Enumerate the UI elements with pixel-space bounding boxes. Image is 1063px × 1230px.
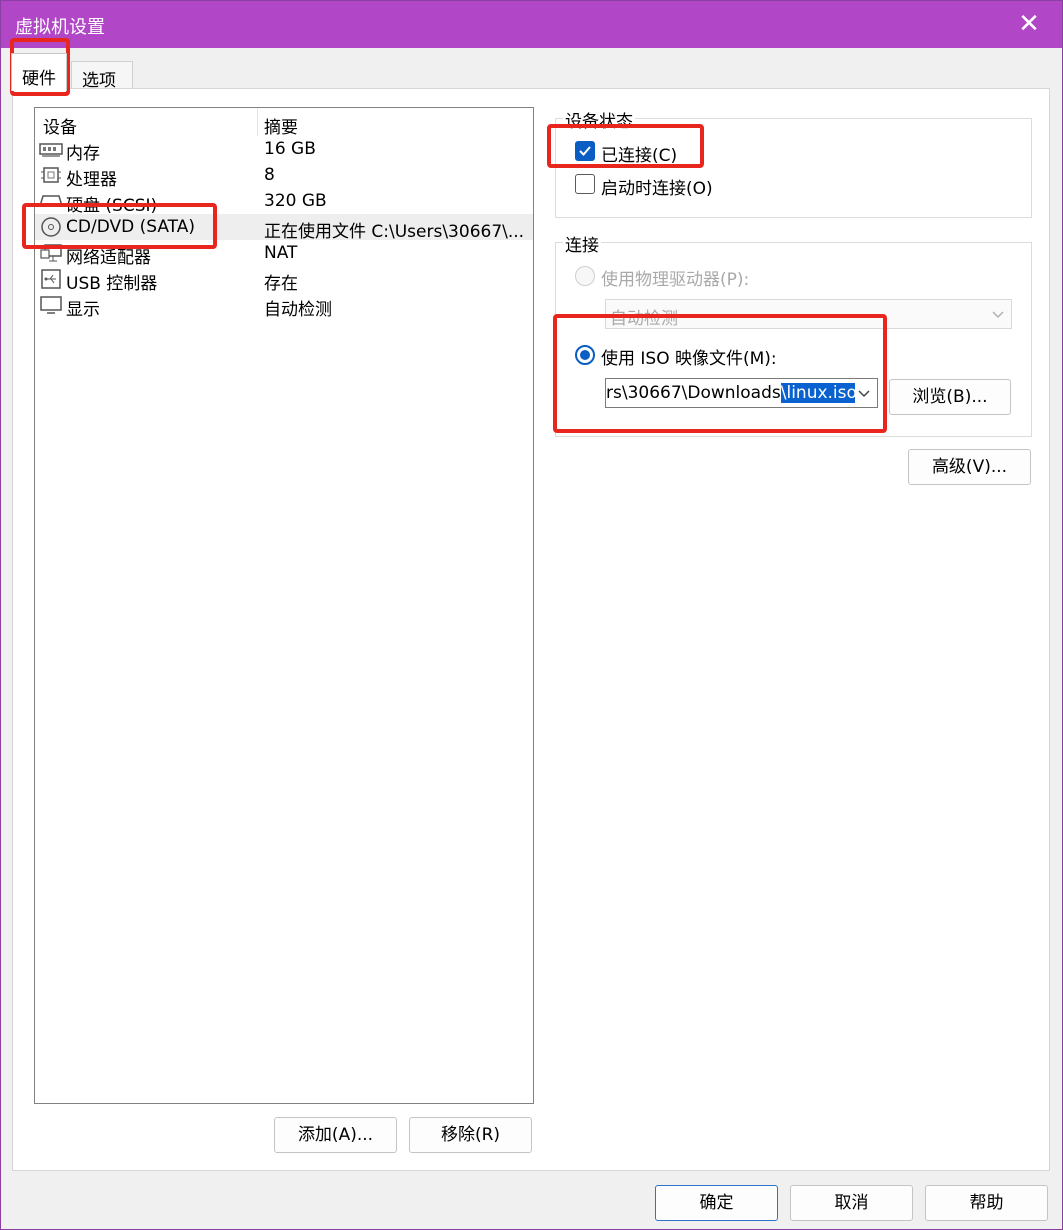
- device-name: 内存: [66, 144, 100, 164]
- usb-icon: [39, 269, 63, 289]
- iso-image-label[interactable]: 使用 ISO 映像文件(M):: [601, 344, 777, 369]
- tab-options[interactable]: 选项: [71, 61, 133, 91]
- device-summary: 8: [264, 165, 275, 185]
- hardware-panel: 设备 摘要 内存 16 GB 处理器 8 硬盘 (SCSI) 320 GB CD…: [12, 88, 1050, 1171]
- chevron-down-icon: [992, 311, 1004, 319]
- iso-path-text: rs\30667\Downloads\linux.iso: [606, 383, 857, 403]
- device-summary: 320 GB: [264, 191, 327, 211]
- vm-settings-dialog: 虚拟机设置 ✕ 硬件 选项 设备 摘要 内存 16 GB 处理器 8 硬盘 (S…: [0, 0, 1063, 1230]
- device-summary: 自动检测: [264, 300, 332, 320]
- tab-hardware[interactable]: 硬件: [11, 53, 67, 91]
- ok-button[interactable]: 确定: [655, 1185, 778, 1221]
- iso-path-input[interactable]: rs\30667\Downloads\linux.iso: [605, 378, 878, 408]
- device-row-cd-dvd[interactable]: CD/DVD (SATA) 正在使用文件 C:\Users\30667\...: [35, 214, 533, 242]
- device-summary: 正在使用文件 C:\Users\30667\...: [264, 222, 525, 242]
- device-row-harddisk[interactable]: 硬盘 (SCSI) 320 GB: [35, 188, 533, 216]
- tab-hardware-label: 硬件: [22, 69, 56, 89]
- network-adapter-icon: [39, 243, 63, 263]
- device-name: 处理器: [66, 170, 117, 190]
- help-label: 帮助: [969, 1193, 1004, 1213]
- column-divider[interactable]: [257, 108, 258, 136]
- title-bar: 虚拟机设置 ✕: [1, 1, 1062, 48]
- processor-icon: [39, 165, 63, 185]
- physical-drive-dropdown[interactable]: 自动检测: [605, 299, 1012, 329]
- device-name: USB 控制器: [66, 274, 158, 294]
- physical-drive-label[interactable]: 使用物理驱动器(P):: [601, 265, 749, 290]
- device-summary: 16 GB: [264, 139, 316, 159]
- cd-dvd-icon: [39, 217, 63, 237]
- add-device-label: 添加(A)...: [297, 1125, 374, 1145]
- connection-label: 连接: [563, 231, 601, 256]
- cancel-button[interactable]: 取消: [790, 1185, 913, 1221]
- device-list-header: 设备 摘要: [35, 108, 533, 138]
- device-summary: 存在: [264, 274, 298, 294]
- device-row-processor[interactable]: 处理器 8: [35, 162, 533, 190]
- ok-label: 确定: [699, 1193, 734, 1213]
- iso-path-selected: \linux.iso: [780, 383, 857, 403]
- window-title: 虚拟机设置: [15, 17, 105, 38]
- device-row-usb[interactable]: USB 控制器 存在: [35, 266, 533, 294]
- connect-at-power-on-label[interactable]: 启动时连接(O): [601, 174, 713, 199]
- device-row-network-adapter[interactable]: 网络适配器 NAT: [35, 240, 533, 268]
- advanced-button[interactable]: 高级(V)...: [908, 449, 1031, 485]
- device-status-label: 设备状态: [563, 107, 635, 132]
- device-name: 网络适配器: [66, 248, 151, 268]
- connected-label[interactable]: 已连接(C): [601, 141, 677, 166]
- device-summary: NAT: [264, 243, 298, 263]
- chevron-down-icon[interactable]: [855, 382, 873, 404]
- connect-at-power-on-checkbox[interactable]: [575, 174, 595, 194]
- device-row-memory[interactable]: 内存 16 GB: [35, 136, 533, 164]
- advanced-label: 高级(V)...: [931, 457, 1008, 477]
- physical-drive-value: 自动检测: [610, 309, 678, 329]
- physical-drive-radio[interactable]: [575, 266, 595, 286]
- iso-image-radio[interactable]: [575, 345, 595, 365]
- device-name: 硬盘 (SCSI): [66, 196, 158, 216]
- help-button[interactable]: 帮助: [925, 1185, 1048, 1221]
- memory-icon: [39, 139, 63, 159]
- device-name: 显示: [66, 300, 100, 320]
- display-icon: [39, 295, 63, 315]
- device-status-group: [555, 118, 1032, 218]
- harddisk-icon: [38, 191, 64, 211]
- browse-button[interactable]: 浏览(B)...: [889, 379, 1011, 415]
- remove-device-label: 移除(R): [440, 1125, 501, 1145]
- column-header-summary[interactable]: 摘要: [264, 113, 298, 138]
- iso-path-visible: rs\30667\Downloads: [606, 383, 781, 403]
- device-row-display[interactable]: 显示 自动检测: [35, 292, 533, 320]
- add-device-button[interactable]: 添加(A)...: [274, 1117, 397, 1153]
- cancel-label: 取消: [834, 1193, 869, 1213]
- close-icon[interactable]: ✕: [1014, 9, 1044, 39]
- browse-label: 浏览(B)...: [912, 387, 988, 407]
- column-header-device[interactable]: 设备: [43, 113, 77, 138]
- device-name: CD/DVD (SATA): [66, 217, 195, 237]
- checkmark-icon: [579, 146, 591, 156]
- connected-checkbox[interactable]: [575, 141, 595, 161]
- device-list[interactable]: 设备 摘要 内存 16 GB 处理器 8 硬盘 (SCSI) 320 GB CD…: [34, 107, 534, 1104]
- remove-device-button[interactable]: 移除(R): [409, 1117, 532, 1153]
